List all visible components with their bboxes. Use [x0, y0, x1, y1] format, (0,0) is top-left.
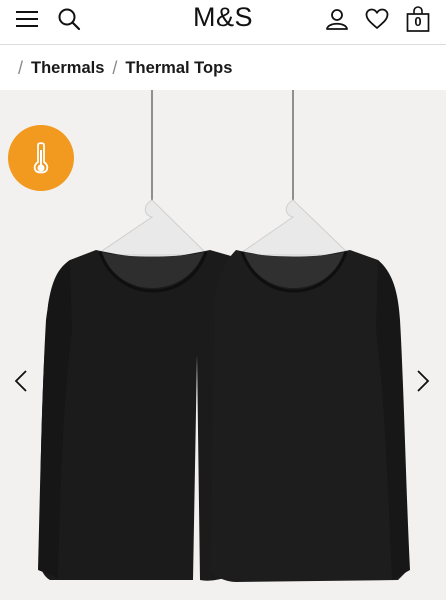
breadcrumb-separator: /	[18, 57, 24, 78]
chevron-left-icon	[14, 370, 27, 392]
site-header: M&S 0	[0, 0, 446, 45]
product-image-gallery[interactable]	[0, 90, 446, 600]
breadcrumb-thermal-tops[interactable]: Thermal Tops	[125, 59, 232, 78]
previous-image-button[interactable]	[8, 366, 34, 396]
breadcrumb: / Thermals / Thermal Tops	[18, 56, 240, 80]
search-button[interactable]	[54, 6, 84, 32]
thermal-badge	[8, 125, 74, 191]
next-image-button[interactable]	[410, 366, 436, 396]
account-icon	[326, 9, 348, 30]
breadcrumb-thermals[interactable]: Thermals	[31, 59, 104, 78]
shopping-bag-button[interactable]: 0	[403, 6, 433, 32]
bag-count: 0	[414, 14, 422, 29]
menu-icon	[16, 11, 38, 27]
account-button[interactable]	[322, 6, 352, 32]
chevron-right-icon	[417, 370, 430, 392]
thermometer-icon	[33, 142, 49, 174]
menu-button[interactable]	[12, 6, 42, 32]
wishlist-heart-icon	[365, 8, 389, 29]
wishlist-button[interactable]	[362, 6, 392, 32]
search-icon	[58, 8, 81, 31]
breadcrumb-separator: /	[112, 57, 118, 78]
